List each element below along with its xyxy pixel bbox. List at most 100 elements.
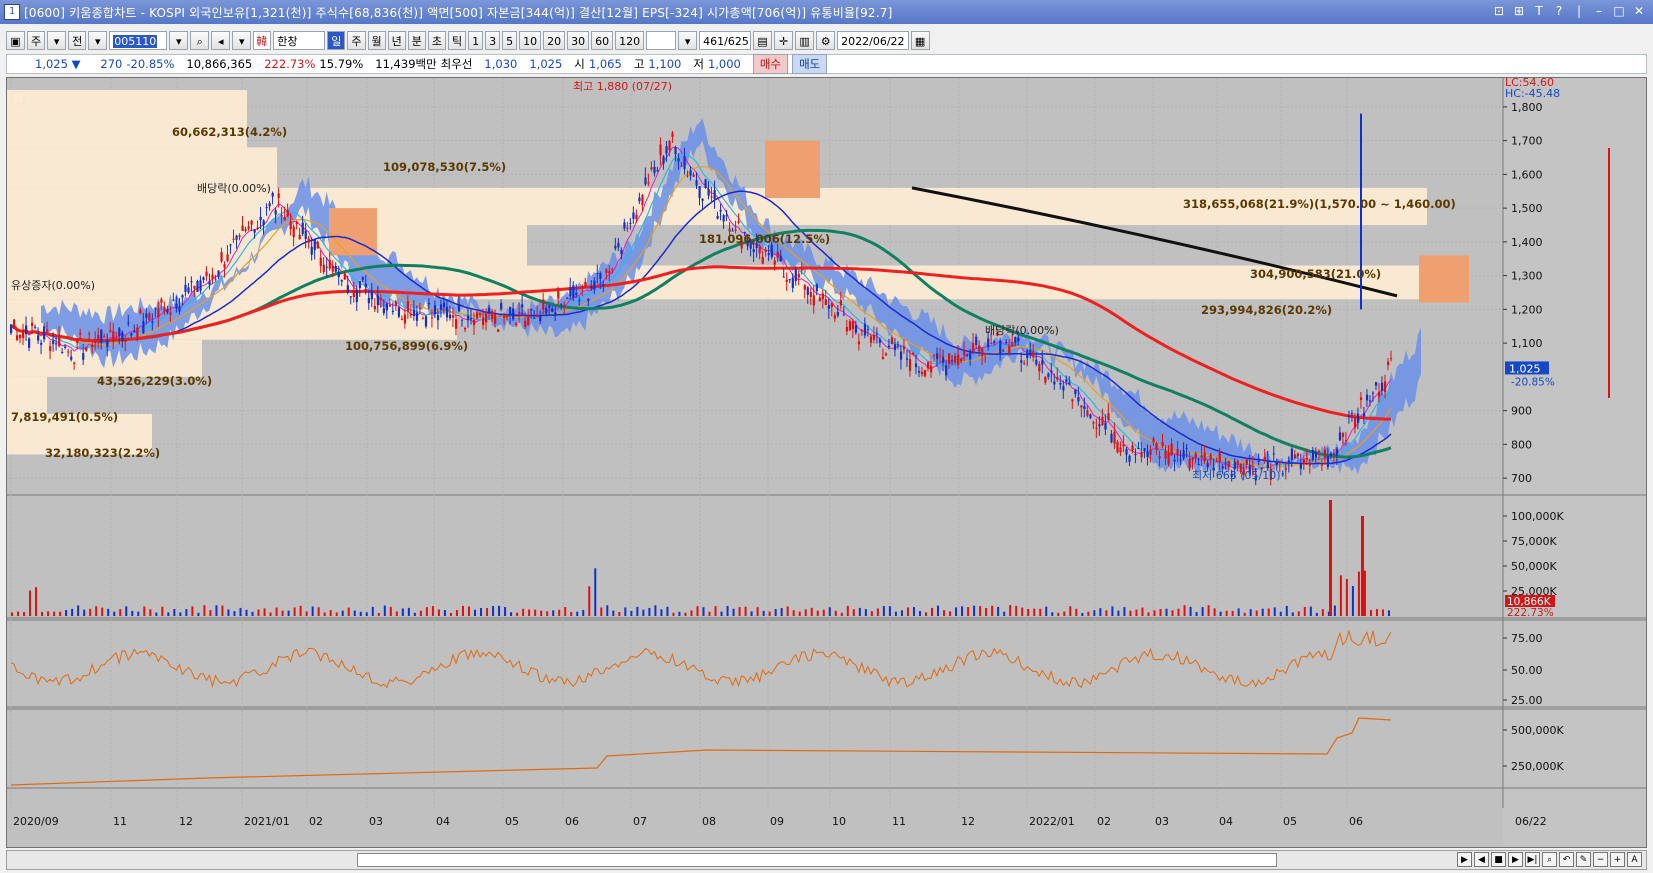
- chevron-down-icon[interactable]: ▾: [47, 30, 67, 50]
- volume-bar: [474, 609, 477, 616]
- chart-area[interactable]: 2020/09 11 12 2021/01 02 03 04 05 06 07 08 09 10 11 12…: [6, 77, 1647, 848]
- chart-scrollbar[interactable]: [357, 853, 1277, 867]
- volume-bar: [311, 606, 314, 616]
- crosshair-icon[interactable]: ✛: [774, 30, 794, 50]
- volume-bar: [455, 610, 458, 616]
- chevron-down-icon[interactable]: ▾: [232, 30, 252, 50]
- candle-body: [999, 340, 1002, 354]
- interval-20[interactable]: 20: [543, 30, 566, 50]
- candle-body: [942, 356, 945, 363]
- candle-body: [1032, 351, 1035, 357]
- candle-body: [554, 312, 557, 315]
- x-tick-label: 04: [436, 815, 450, 828]
- save-icon[interactable]: ▥: [795, 30, 815, 50]
- candle-body: [310, 246, 313, 255]
- candle-body: [1236, 460, 1239, 465]
- candle-body: [1227, 461, 1230, 468]
- maximize-button[interactable]: □: [1611, 3, 1627, 19]
- period-day[interactable]: 일: [327, 30, 346, 50]
- chevron-down-icon[interactable]: ▾: [678, 30, 698, 50]
- period-tick[interactable]: 틱: [448, 30, 467, 50]
- search-icon[interactable]: ⌕: [190, 30, 210, 50]
- sell-button[interactable]: 매도: [792, 54, 828, 74]
- period-second[interactable]: 초: [427, 30, 446, 50]
- candle-body: [190, 281, 193, 283]
- interval-30[interactable]: 30: [567, 30, 590, 50]
- scroll-right-icon[interactable]: ▶: [1457, 852, 1472, 867]
- buy-button[interactable]: 매수: [752, 54, 789, 74]
- candle-body: [328, 259, 331, 269]
- gear-icon[interactable]: ⚙: [816, 30, 836, 50]
- candle-body: [250, 220, 253, 225]
- candle-body: [1047, 373, 1050, 377]
- interval-10[interactable]: 10: [519, 30, 542, 50]
- speaker-icon[interactable]: ◂: [211, 30, 231, 50]
- volume-bar: [1003, 611, 1006, 616]
- volume-bar: [1141, 607, 1144, 616]
- volume-bar: [1201, 607, 1204, 616]
- candle-body: [388, 304, 392, 307]
- period-minute[interactable]: 분: [407, 30, 426, 50]
- font-icon[interactable]: A: [1627, 852, 1642, 867]
- interval-120[interactable]: 120: [615, 30, 645, 50]
- stop-icon[interactable]: ■: [1491, 852, 1506, 867]
- candle-body: [1308, 462, 1312, 466]
- volume-bar: [29, 590, 32, 616]
- undo-icon[interactable]: ↶: [1559, 852, 1574, 867]
- volume-bar: [985, 608, 988, 616]
- candle-body: [454, 319, 458, 329]
- chevron-down-icon[interactable]: ▾: [169, 30, 189, 50]
- stock-chart[interactable]: 2020/09 11 12 2021/01 02 03 04 05 06 07 08 09 10 11 12…: [7, 78, 1647, 848]
- interval-1[interactable]: 1: [468, 30, 484, 50]
- candle-body: [1065, 379, 1068, 382]
- close-button[interactable]: ✕: [1631, 3, 1647, 19]
- pin-icon[interactable]: ⊞: [1511, 3, 1527, 19]
- chart-type-icon[interactable]: ▤: [753, 30, 773, 50]
- volume-bar: [714, 606, 717, 616]
- candle-body: [1083, 406, 1086, 410]
- link-icon[interactable]: ⊡: [1491, 3, 1507, 19]
- next-icon[interactable]: ▶: [1508, 852, 1523, 867]
- candle-body: [1218, 451, 1221, 462]
- play-icon[interactable]: ◀: [1474, 852, 1489, 867]
- interval-3[interactable]: 3: [485, 30, 501, 50]
- candle-body: [539, 315, 542, 322]
- stock-name[interactable]: 한창: [273, 30, 326, 50]
- help-icon[interactable]: ?: [1551, 3, 1567, 19]
- market-select[interactable]: 주: [27, 30, 46, 50]
- candle-body: [584, 282, 587, 287]
- stock-code-input[interactable]: 005110: [109, 30, 168, 50]
- period-month[interactable]: 월: [367, 30, 386, 50]
- period-year[interactable]: 년: [387, 30, 406, 50]
- period-week[interactable]: 주: [347, 30, 366, 50]
- date-input[interactable]: 2022/06/22: [837, 30, 909, 50]
- edit-icon[interactable]: ✎: [1576, 852, 1591, 867]
- candle-body: [1029, 349, 1032, 356]
- candle-body: [121, 332, 124, 342]
- calendar-icon[interactable]: ▦: [910, 30, 930, 50]
- scope-select[interactable]: 전: [68, 30, 87, 50]
- font-icon[interactable]: T: [1531, 3, 1547, 19]
- volume-bar: [498, 605, 501, 616]
- candle-body: [298, 234, 301, 240]
- candle-body: [76, 340, 79, 344]
- data-count-input[interactable]: 461/625: [699, 30, 752, 50]
- interval-60[interactable]: 60: [591, 30, 614, 50]
- candle-body: [945, 365, 948, 376]
- layout-icon[interactable]: ▣: [6, 30, 25, 50]
- custom-interval-input[interactable]: [646, 30, 677, 50]
- candle-body: [704, 179, 707, 188]
- chevron-down-icon[interactable]: ▾: [88, 30, 108, 50]
- candle-body: [638, 197, 641, 202]
- candle-body: [476, 312, 479, 319]
- end-icon[interactable]: ▶|: [1525, 852, 1540, 867]
- zoom-search-icon[interactable]: ⌕: [1542, 852, 1557, 867]
- minus-icon[interactable]: −: [1593, 852, 1608, 867]
- plus-icon[interactable]: +: [1610, 852, 1625, 867]
- volume-bar: [1117, 610, 1120, 616]
- candle-body: [1329, 453, 1333, 457]
- minimize-button[interactable]: –: [1591, 3, 1607, 19]
- candle-body: [148, 313, 151, 320]
- interval-5[interactable]: 5: [502, 30, 518, 50]
- obv-tick-label: 500,000K: [1511, 724, 1564, 737]
